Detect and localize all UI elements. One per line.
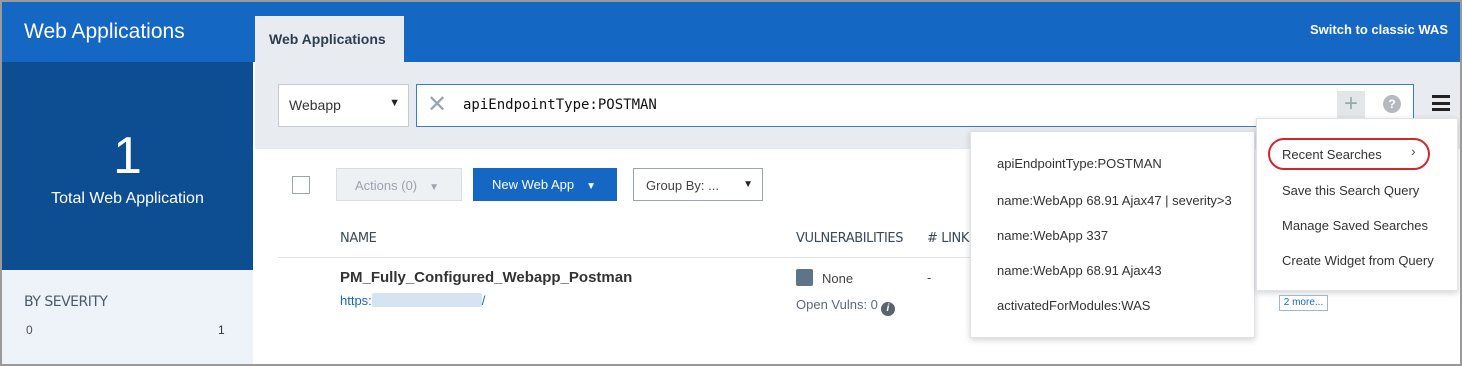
- severity-title: BY SEVERITY: [24, 294, 108, 310]
- links-value: -: [927, 270, 932, 285]
- plus-icon[interactable]: +: [1337, 91, 1365, 119]
- severity-low-value: 0: [26, 323, 33, 337]
- recent-search-item[interactable]: name:WebApp 68.91 Ajax47 | severity>3: [997, 193, 1232, 208]
- search-query[interactable]: apiEndpointType:POSTMAN: [463, 97, 657, 113]
- group-by-select[interactable]: Group By: ... ▼: [633, 168, 763, 201]
- recent-searches-panel: apiEndpointType:POSTMAN name:WebApp 68.9…: [970, 131, 1255, 338]
- redacted-host: [371, 293, 482, 307]
- severity-high-value: 1: [218, 323, 225, 337]
- search-type-value: Webapp: [289, 97, 341, 113]
- column-header-name[interactable]: NAME: [340, 231, 377, 246]
- column-header-vulnerabilities[interactable]: VULNERABILITIES: [796, 231, 903, 246]
- actions-label: Actions (0): [355, 178, 418, 193]
- menu-item-manage-saved[interactable]: Manage Saved Searches: [1282, 218, 1428, 233]
- app-frame: Web Applications 1 Total Web Application…: [0, 0, 1462, 366]
- menu-item-save-search[interactable]: Save this Search Query: [1282, 183, 1419, 198]
- open-vulns: Open Vulns: 0i: [796, 297, 895, 316]
- vuln-status: None: [822, 271, 854, 286]
- chevron-right-icon: ›: [1411, 143, 1416, 159]
- select-all-checkbox[interactable]: [292, 176, 310, 194]
- info-icon[interactable]: i: [880, 302, 895, 316]
- open-vulns-label: Open Vulns: 0: [796, 297, 878, 312]
- switch-classic-link[interactable]: Switch to classic WAS: [1310, 22, 1448, 37]
- new-web-app-label: New Web App: [492, 177, 575, 192]
- recent-search-item[interactable]: name:WebApp 68.91 Ajax43: [997, 263, 1162, 278]
- header-divider: [278, 257, 970, 258]
- group-by-label: Group By: ...: [646, 178, 719, 193]
- recent-searches-highlight: [1268, 138, 1430, 170]
- recent-search-item[interactable]: activatedForModules:WAS: [997, 298, 1150, 313]
- search-type-select[interactable]: Webapp ▼: [278, 84, 409, 127]
- app-url-link[interactable]: https: /: [340, 293, 485, 308]
- severity-panel: BY SEVERITY 0 1: [2, 270, 253, 364]
- caret-down-icon: ▼: [586, 181, 597, 192]
- menu-item-create-widget[interactable]: Create Widget from Query: [1282, 253, 1434, 268]
- caret-down-icon: ▼: [743, 179, 753, 190]
- total-count-card[interactable]: 1 Total Web Application: [2, 62, 253, 270]
- actions-button[interactable]: Actions (0) ▼: [336, 168, 462, 201]
- app-url-prefix: https:: [340, 293, 372, 308]
- recent-search-item[interactable]: name:WebApp 337: [997, 228, 1108, 243]
- caret-down-icon: ▼: [389, 97, 400, 109]
- app-url-suffix: /: [481, 293, 486, 308]
- help-icon[interactable]: ?: [1383, 95, 1401, 113]
- hamburger-menu-icon[interactable]: [1432, 95, 1450, 111]
- total-count: 1: [113, 127, 142, 185]
- new-web-app-button[interactable]: New Web App ▼: [473, 168, 617, 201]
- vuln-status-square: [796, 269, 813, 286]
- more-badge[interactable]: 2 more...: [1279, 295, 1328, 311]
- sidebar-title: Web Applications: [2, 2, 253, 62]
- close-icon[interactable]: ✕: [427, 92, 447, 118]
- total-count-label: Total Web Application: [51, 190, 204, 207]
- caret-down-icon: ▼: [429, 182, 440, 193]
- recent-search-item[interactable]: apiEndpointType:POSTMAN: [997, 156, 1162, 171]
- app-name-link[interactable]: PM_Fully_Configured_Webapp_Postman: [340, 269, 632, 286]
- tab-web-applications[interactable]: Web Applications: [255, 16, 404, 62]
- top-bar: [253, 2, 1460, 62]
